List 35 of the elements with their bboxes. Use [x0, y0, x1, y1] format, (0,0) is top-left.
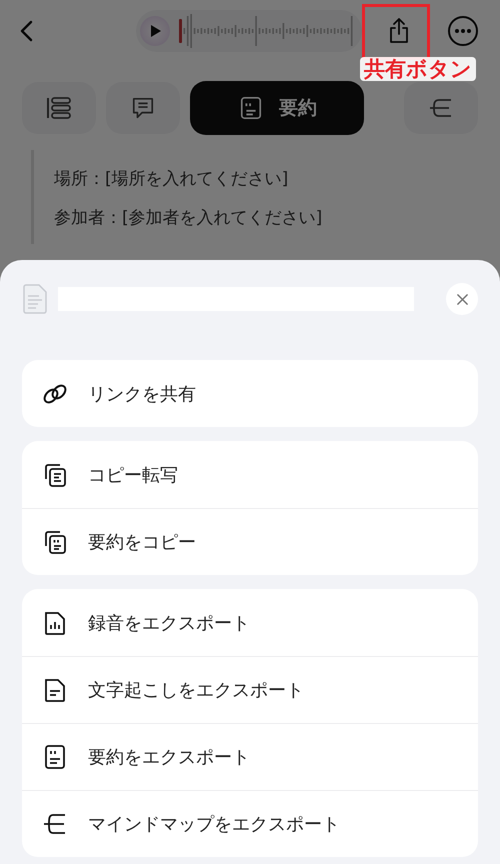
- summary-tab[interactable]: 要約: [190, 81, 364, 135]
- menu-item[interactable]: 文字起こしをエクスポート: [22, 656, 478, 723]
- mindmap-tab[interactable]: [404, 82, 478, 134]
- menu-item[interactable]: マインドマップをエクスポート: [22, 790, 478, 857]
- list-tab[interactable]: [22, 82, 96, 134]
- menu-item[interactable]: リンクを共有: [22, 360, 478, 427]
- document-icon: [22, 283, 48, 315]
- menu-item-label: 要約をコピー: [88, 531, 196, 554]
- play-icon[interactable]: [140, 16, 170, 46]
- share-icon[interactable]: [387, 17, 411, 45]
- menu-item-label: コピー転写: [88, 464, 178, 486]
- menu-item[interactable]: 要約をエクスポート: [22, 723, 478, 790]
- comments-tab[interactable]: [106, 82, 180, 134]
- note-text: 参加者：[参加者を入れてください]: [54, 207, 324, 230]
- close-button[interactable]: [446, 283, 478, 315]
- menu-item[interactable]: 録音をエクスポート: [22, 589, 478, 656]
- menu-item[interactable]: コピー転写: [22, 441, 478, 508]
- copy-quote-icon: [42, 529, 68, 555]
- text-file-icon: [42, 677, 68, 703]
- more-icon[interactable]: [447, 15, 479, 47]
- menu-item-label: 文字起こしをエクスポート: [88, 679, 304, 702]
- note-text: 場所：[場所を入れてください]: [54, 168, 290, 191]
- copy-document-icon: [42, 462, 68, 488]
- menu-item[interactable]: 要約をコピー: [22, 508, 478, 575]
- menu-item-label: 録音をエクスポート: [88, 612, 250, 634]
- menu-item-label: リンクを共有: [88, 382, 196, 406]
- menu-item-label: 要約をエクスポート: [88, 746, 250, 769]
- list-icon: [45, 96, 73, 120]
- audio-file-icon: [42, 610, 68, 636]
- mindmap-icon: [42, 811, 68, 837]
- annotation-label: 共有ボタン: [360, 57, 476, 81]
- back-icon[interactable]: [20, 19, 34, 43]
- close-icon: [456, 292, 468, 306]
- quote-document-icon: [42, 744, 68, 770]
- menu-item-label: マインドマップをエクスポート: [88, 813, 340, 836]
